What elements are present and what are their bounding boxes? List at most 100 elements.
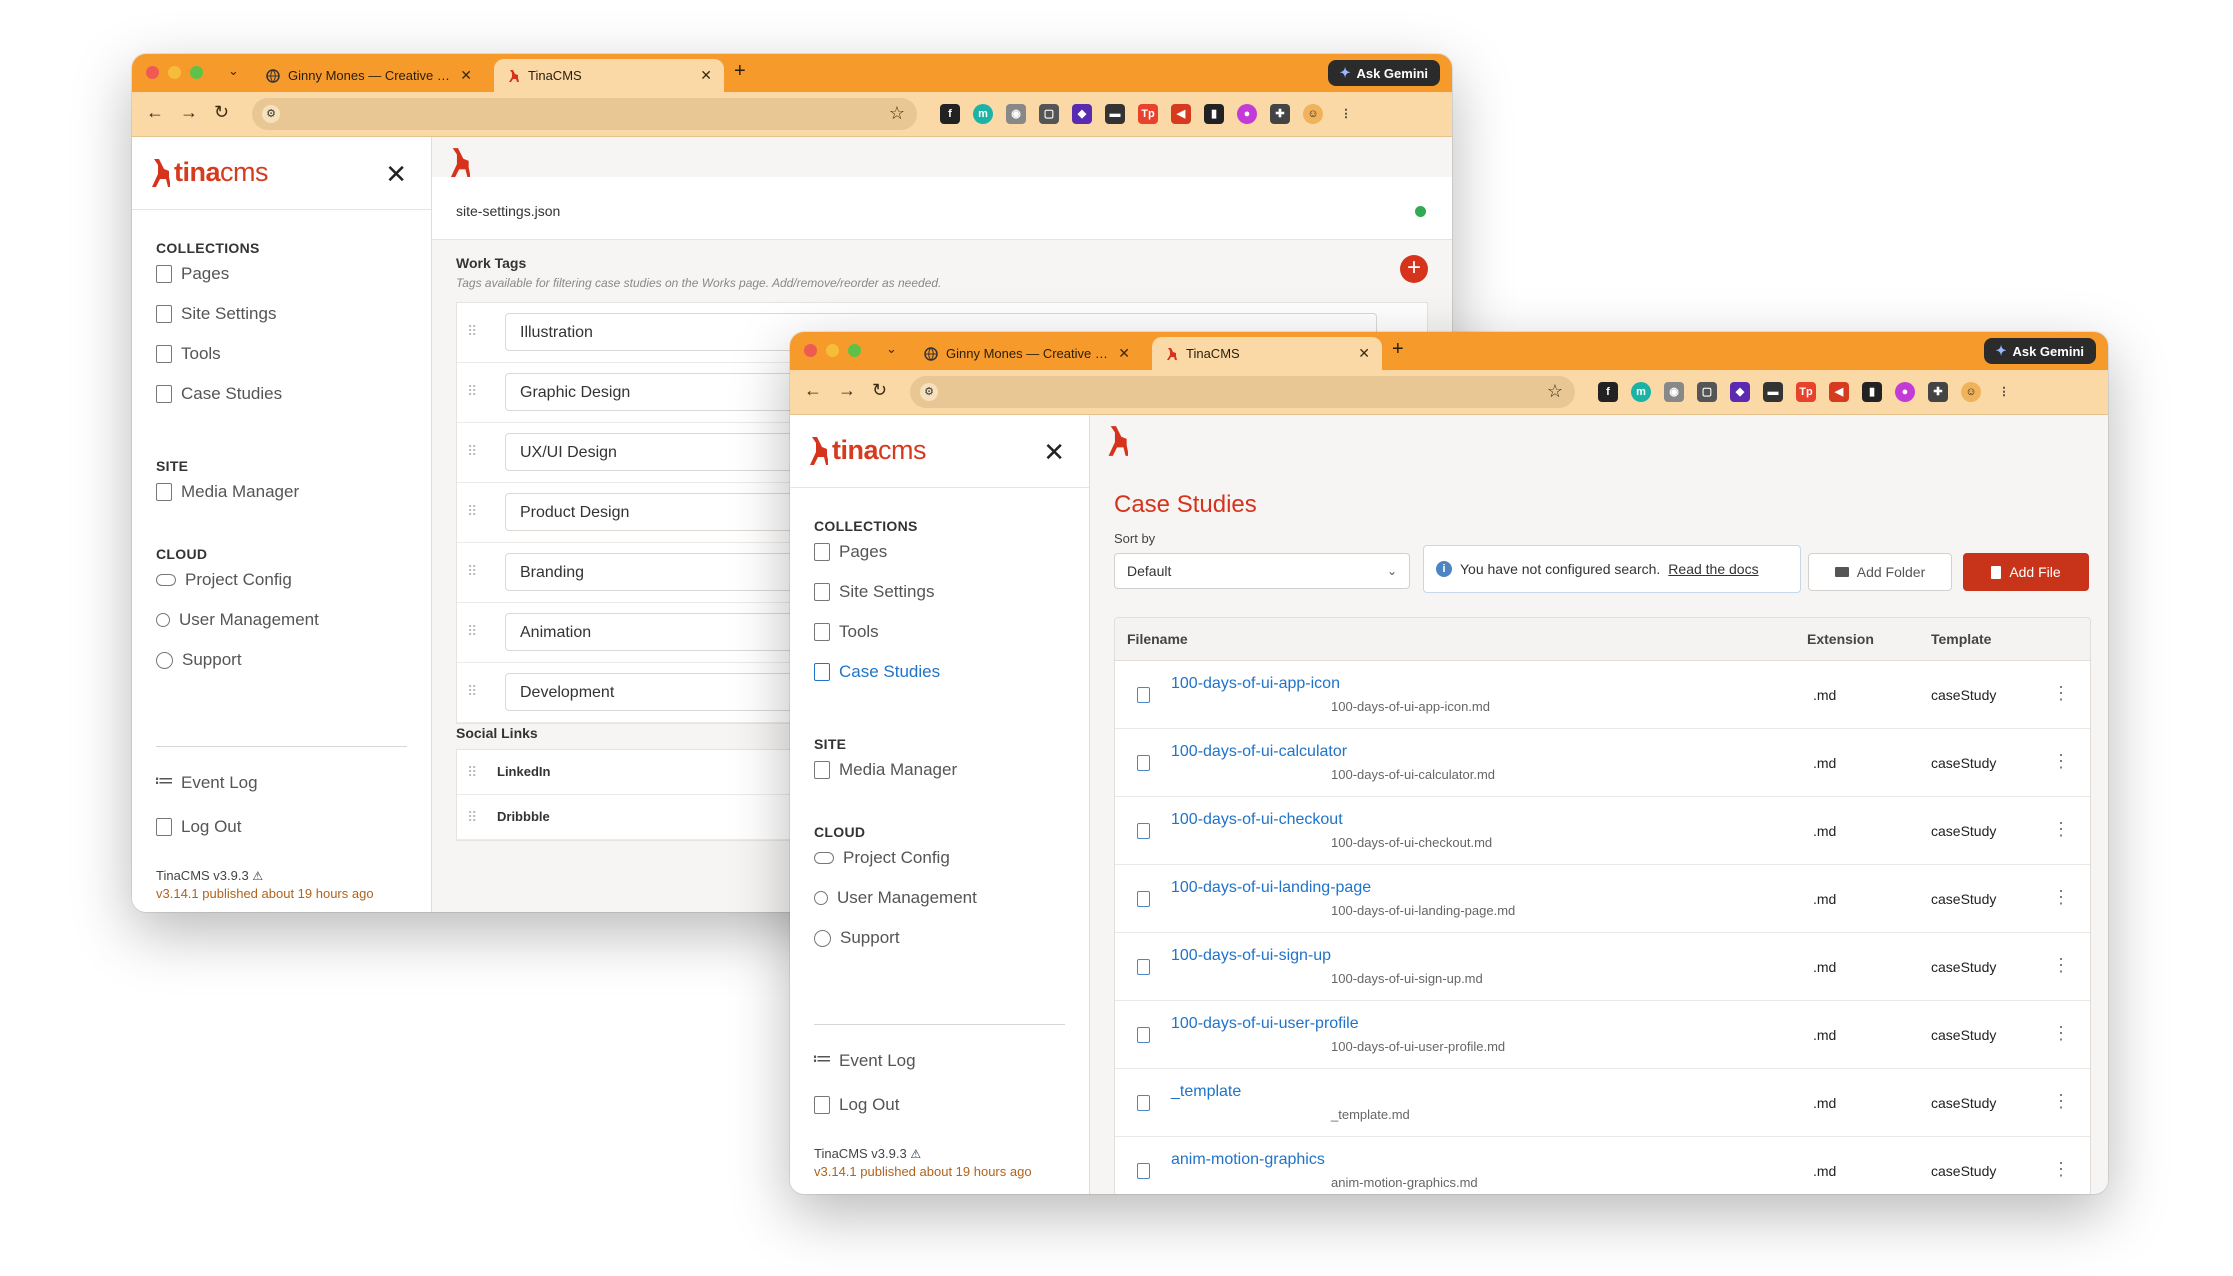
reload-icon[interactable]: ↻ bbox=[214, 102, 229, 123]
profile-avatar-icon[interactable]: ☺ bbox=[1961, 382, 1981, 402]
sidebar-item-project-config[interactable]: Project Config bbox=[156, 570, 292, 590]
file-link[interactable]: 100-days-of-ui-calculator bbox=[1171, 743, 1347, 761]
sort-select[interactable]: Default ⌄ bbox=[1114, 553, 1410, 589]
more-options-icon[interactable]: ⋮ bbox=[2052, 751, 2070, 772]
camera-icon[interactable]: ◉ bbox=[1006, 104, 1026, 124]
update-notice[interactable]: v3.14.1 published about 19 hours ago bbox=[156, 886, 374, 901]
reload-icon[interactable]: ↻ bbox=[872, 380, 887, 401]
bookmark-star-icon[interactable]: ☆ bbox=[889, 103, 905, 124]
screenshot-icon[interactable]: ▢ bbox=[1039, 104, 1059, 124]
extension-icon[interactable]: ◀ bbox=[1829, 382, 1849, 402]
drag-handle-icon[interactable]: ⠿ bbox=[467, 809, 477, 826]
close-tab-icon[interactable]: ✕ bbox=[1358, 345, 1370, 362]
more-options-icon[interactable]: ⋮ bbox=[2052, 887, 2070, 908]
sidebar-item-pages[interactable]: Pages bbox=[156, 264, 229, 284]
file-link[interactable]: anim-motion-graphics bbox=[1171, 1151, 1325, 1169]
add-folder-button[interactable]: Add Folder bbox=[1808, 553, 1952, 591]
add-file-button[interactable]: Add File bbox=[1963, 553, 2089, 591]
log-out-button[interactable]: Log Out bbox=[814, 1095, 900, 1115]
extension-icon[interactable]: f bbox=[1598, 382, 1618, 402]
close-window-button[interactable] bbox=[146, 66, 159, 79]
table-row[interactable]: anim-motion-graphics anim-motion-graphics… bbox=[1115, 1137, 2090, 1194]
sidebar-item-support[interactable]: Support bbox=[156, 650, 242, 670]
sidebar-item-media-manager[interactable]: Media Manager bbox=[156, 482, 299, 502]
forward-arrow-icon[interactable]: → bbox=[838, 380, 856, 401]
menu-dots-icon[interactable]: ⋮ bbox=[1994, 382, 2014, 402]
drag-handle-icon[interactable]: ⠿ bbox=[467, 503, 477, 520]
site-settings-icon[interactable]: ⚙ bbox=[920, 383, 938, 401]
drag-handle-icon[interactable]: ⠿ bbox=[467, 764, 477, 781]
puzzle-icon[interactable]: ✚ bbox=[1928, 382, 1948, 402]
new-tab-button[interactable]: + bbox=[1392, 338, 1404, 361]
sidebar-item-tools[interactable]: Tools bbox=[156, 344, 221, 364]
more-options-icon[interactable]: ⋮ bbox=[2052, 1091, 2070, 1112]
forward-arrow-icon[interactable]: → bbox=[180, 102, 198, 123]
ask-gemini-button[interactable]: ✦ Ask Gemini bbox=[1983, 338, 2096, 364]
minimize-window-button[interactable] bbox=[168, 66, 181, 79]
table-row[interactable]: 100-days-of-ui-checkout 100-days-of-ui-ch… bbox=[1115, 797, 2090, 865]
sidebar-item-media-manager[interactable]: Media Manager bbox=[814, 760, 957, 780]
extension-icon[interactable]: m bbox=[973, 104, 993, 124]
tab-portfolio[interactable]: Ginny Mones — Creative Prob ✕ bbox=[912, 337, 1142, 370]
extension-icon[interactable]: ▮ bbox=[1204, 104, 1224, 124]
file-link[interactable]: 100-days-of-ui-app-icon bbox=[1171, 675, 1340, 693]
more-options-icon[interactable]: ⋮ bbox=[2052, 1023, 2070, 1044]
event-log-button[interactable]: Event Log bbox=[812, 1046, 916, 1071]
tab-search-icon[interactable]: ⌄ bbox=[228, 63, 239, 79]
extension-icon[interactable]: m bbox=[1631, 382, 1651, 402]
extension-icon[interactable]: ● bbox=[1895, 382, 1915, 402]
sidebar-item-user-management[interactable]: User Management bbox=[814, 888, 977, 908]
add-tag-button[interactable]: + bbox=[1400, 255, 1428, 283]
extension-icon[interactable]: f bbox=[940, 104, 960, 124]
close-sidebar-icon[interactable]: ✕ bbox=[1043, 437, 1065, 468]
screenshot-icon[interactable]: ▢ bbox=[1697, 382, 1717, 402]
new-tab-button[interactable]: + bbox=[734, 60, 746, 83]
extension-icon[interactable]: ▬ bbox=[1763, 382, 1783, 402]
table-row[interactable]: 100-days-of-ui-calculator 100-days-of-ui-… bbox=[1115, 729, 2090, 797]
puzzle-icon[interactable]: ✚ bbox=[1270, 104, 1290, 124]
more-options-icon[interactable]: ⋮ bbox=[2052, 819, 2070, 840]
tab-tinacms[interactable]: TinaCMS ✕ bbox=[1152, 337, 1382, 370]
close-tab-icon[interactable]: ✕ bbox=[1118, 345, 1130, 362]
ask-gemini-button[interactable]: ✦ Ask Gemini bbox=[1327, 60, 1440, 86]
back-arrow-icon[interactable]: ← bbox=[804, 380, 822, 401]
sidebar-item-support[interactable]: Support bbox=[814, 928, 900, 948]
sidebar-item-site-settings[interactable]: Site Settings bbox=[814, 582, 934, 602]
tab-search-icon[interactable]: ⌄ bbox=[886, 341, 897, 357]
sidebar-item-tools[interactable]: Tools bbox=[814, 622, 879, 642]
drag-handle-icon[interactable]: ⠿ bbox=[467, 383, 477, 400]
log-out-button[interactable]: Log Out bbox=[156, 817, 242, 837]
maximize-window-button[interactable] bbox=[848, 344, 861, 357]
extension-icon[interactable]: ◆ bbox=[1072, 104, 1092, 124]
file-link[interactable]: 100-days-of-ui-sign-up bbox=[1171, 947, 1331, 965]
bookmark-star-icon[interactable]: ☆ bbox=[1547, 381, 1563, 402]
file-link[interactable]: 100-days-of-ui-user-profile bbox=[1171, 1015, 1359, 1033]
sidebar-item-pages[interactable]: Pages bbox=[814, 542, 887, 562]
close-tab-icon[interactable]: ✕ bbox=[700, 67, 712, 84]
sidebar-item-project-config[interactable]: Project Config bbox=[814, 848, 950, 868]
file-link[interactable]: 100-days-of-ui-landing-page bbox=[1171, 879, 1371, 897]
drag-handle-icon[interactable]: ⠿ bbox=[467, 323, 477, 340]
more-options-icon[interactable]: ⋮ bbox=[2052, 1159, 2070, 1180]
camera-icon[interactable]: ◉ bbox=[1664, 382, 1684, 402]
back-arrow-icon[interactable]: ← bbox=[146, 102, 164, 123]
more-options-icon[interactable]: ⋮ bbox=[2052, 683, 2070, 704]
sidebar-item-user-management[interactable]: User Management bbox=[156, 610, 319, 630]
table-row[interactable]: 100-days-of-ui-landing-page 100-days-of-u… bbox=[1115, 865, 2090, 933]
drag-handle-icon[interactable]: ⠿ bbox=[467, 443, 477, 460]
table-row[interactable]: 100-days-of-ui-sign-up 100-days-of-ui-sig… bbox=[1115, 933, 2090, 1001]
table-row[interactable]: _template _template.md .md caseStudy ⋮ bbox=[1115, 1069, 2090, 1137]
menu-dots-icon[interactable]: ⋮ bbox=[1336, 104, 1356, 124]
drag-handle-icon[interactable]: ⠿ bbox=[467, 683, 477, 700]
site-settings-icon[interactable]: ⚙ bbox=[262, 105, 280, 123]
update-notice[interactable]: v3.14.1 published about 19 hours ago bbox=[814, 1164, 1032, 1179]
address-bar[interactable]: ⚙ ☆ bbox=[910, 376, 1575, 408]
sidebar-item-site-settings[interactable]: Site Settings bbox=[156, 304, 276, 324]
more-options-icon[interactable]: ⋮ bbox=[2052, 955, 2070, 976]
table-row[interactable]: 100-days-of-ui-app-icon 100-days-of-ui-ap… bbox=[1115, 661, 2090, 729]
extension-icon[interactable]: ▬ bbox=[1105, 104, 1125, 124]
extension-icon[interactable]: Tp bbox=[1138, 104, 1158, 124]
profile-avatar-icon[interactable]: ☺ bbox=[1303, 104, 1323, 124]
read-docs-link[interactable]: Read the docs bbox=[1668, 561, 1758, 577]
sidebar-item-case-studies[interactable]: Case Studies bbox=[814, 662, 940, 682]
